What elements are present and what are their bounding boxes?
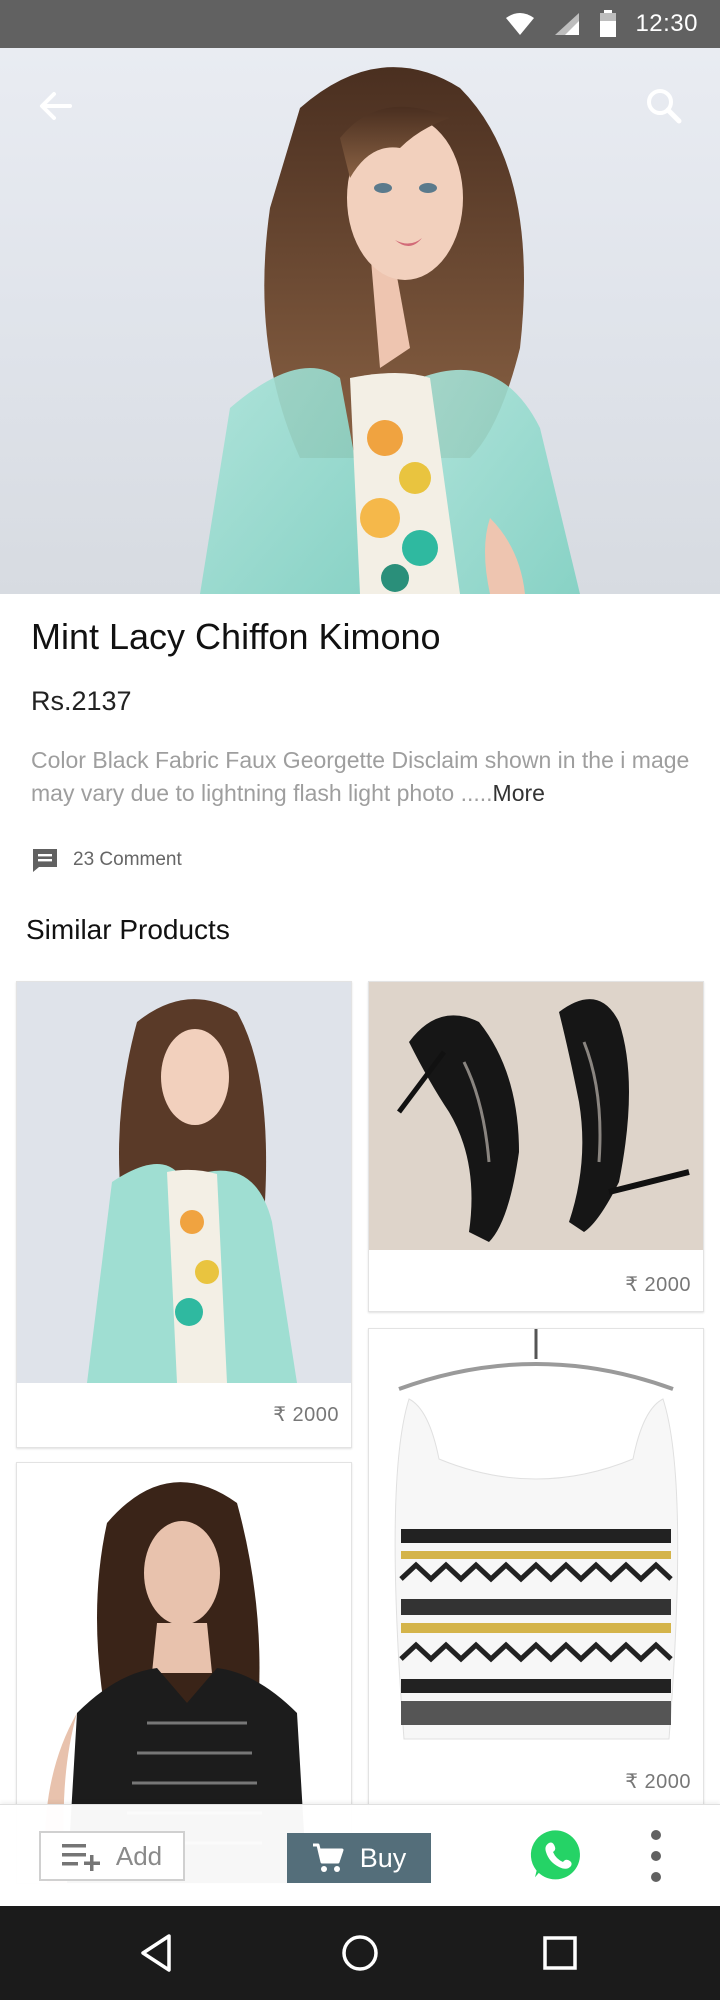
- product-price: ₹ 2000: [625, 1771, 691, 1793]
- more-options-button[interactable]: [642, 1830, 670, 1882]
- back-button[interactable]: [32, 82, 80, 130]
- bottom-action-bar: Add Buy: [0, 1804, 720, 1907]
- similar-products-title: Similar Products: [26, 914, 230, 945]
- wifi-icon: [506, 13, 535, 35]
- product-image-crop-top: [369, 1329, 703, 1749]
- more-vertical-icon-dot: [651, 1830, 661, 1840]
- similar-product-card[interactable]: ₹ 2000: [368, 981, 704, 1312]
- product-price: Rs.2137: [31, 686, 132, 716]
- product-price: ₹ 2000: [625, 1274, 691, 1296]
- system-nav-bar: [0, 1906, 720, 2000]
- buy-button-label: Buy: [359, 1842, 407, 1873]
- product-price: ₹ 2000: [273, 1404, 339, 1426]
- add-to-list-button[interactable]: Add: [39, 1831, 185, 1881]
- triangle-back-icon: [141, 1934, 171, 1972]
- model-photo: [200, 67, 580, 594]
- more-vertical-icon-dot: [651, 1851, 661, 1861]
- circle-home-icon: [342, 1935, 378, 1971]
- more-vertical-icon-dot: [651, 1872, 661, 1882]
- add-button-label: Add: [115, 1840, 163, 1871]
- more-link[interactable]: More: [493, 780, 545, 806]
- product-hero-image: [0, 48, 720, 594]
- cart-icon: [312, 1843, 344, 1872]
- similar-product-card[interactable]: ₹ 2000: [16, 981, 352, 1448]
- comment-icon: [33, 849, 57, 872]
- whatsapp-icon: [527, 1827, 583, 1884]
- square-recents-icon: [543, 1936, 577, 1970]
- signal-icon: [555, 13, 580, 35]
- playlist-add-icon: [61, 1844, 100, 1871]
- comments-count: 23 Comment: [73, 849, 182, 870]
- product-image-kimono: [17, 982, 351, 1383]
- nav-recents-button[interactable]: [535, 1928, 585, 1978]
- search-button[interactable]: [640, 82, 688, 130]
- arrow-left-icon: [40, 92, 72, 120]
- battery-icon: [600, 10, 617, 37]
- status-time: 12:30: [635, 10, 698, 37]
- whatsapp-share-button[interactable]: [527, 1825, 589, 1887]
- description-text: Color Black Fabric Faux Georgette Discla…: [31, 747, 690, 806]
- comments-link[interactable]: 23 Comment: [31, 847, 182, 873]
- product-description: Color Black Fabric Faux Georgette Discla…: [31, 744, 691, 810]
- nav-home-button[interactable]: [335, 1928, 385, 1978]
- product-title: Mint Lacy Chiffon Kimono: [31, 616, 441, 657]
- product-image-heels: [369, 982, 703, 1250]
- nav-back-button[interactable]: [133, 1928, 183, 1978]
- status-bar: 12:30: [0, 0, 720, 48]
- similar-product-card[interactable]: ₹ 2000: [368, 1328, 704, 1810]
- buy-button[interactable]: Buy: [287, 1833, 431, 1883]
- search-icon: [647, 89, 682, 124]
